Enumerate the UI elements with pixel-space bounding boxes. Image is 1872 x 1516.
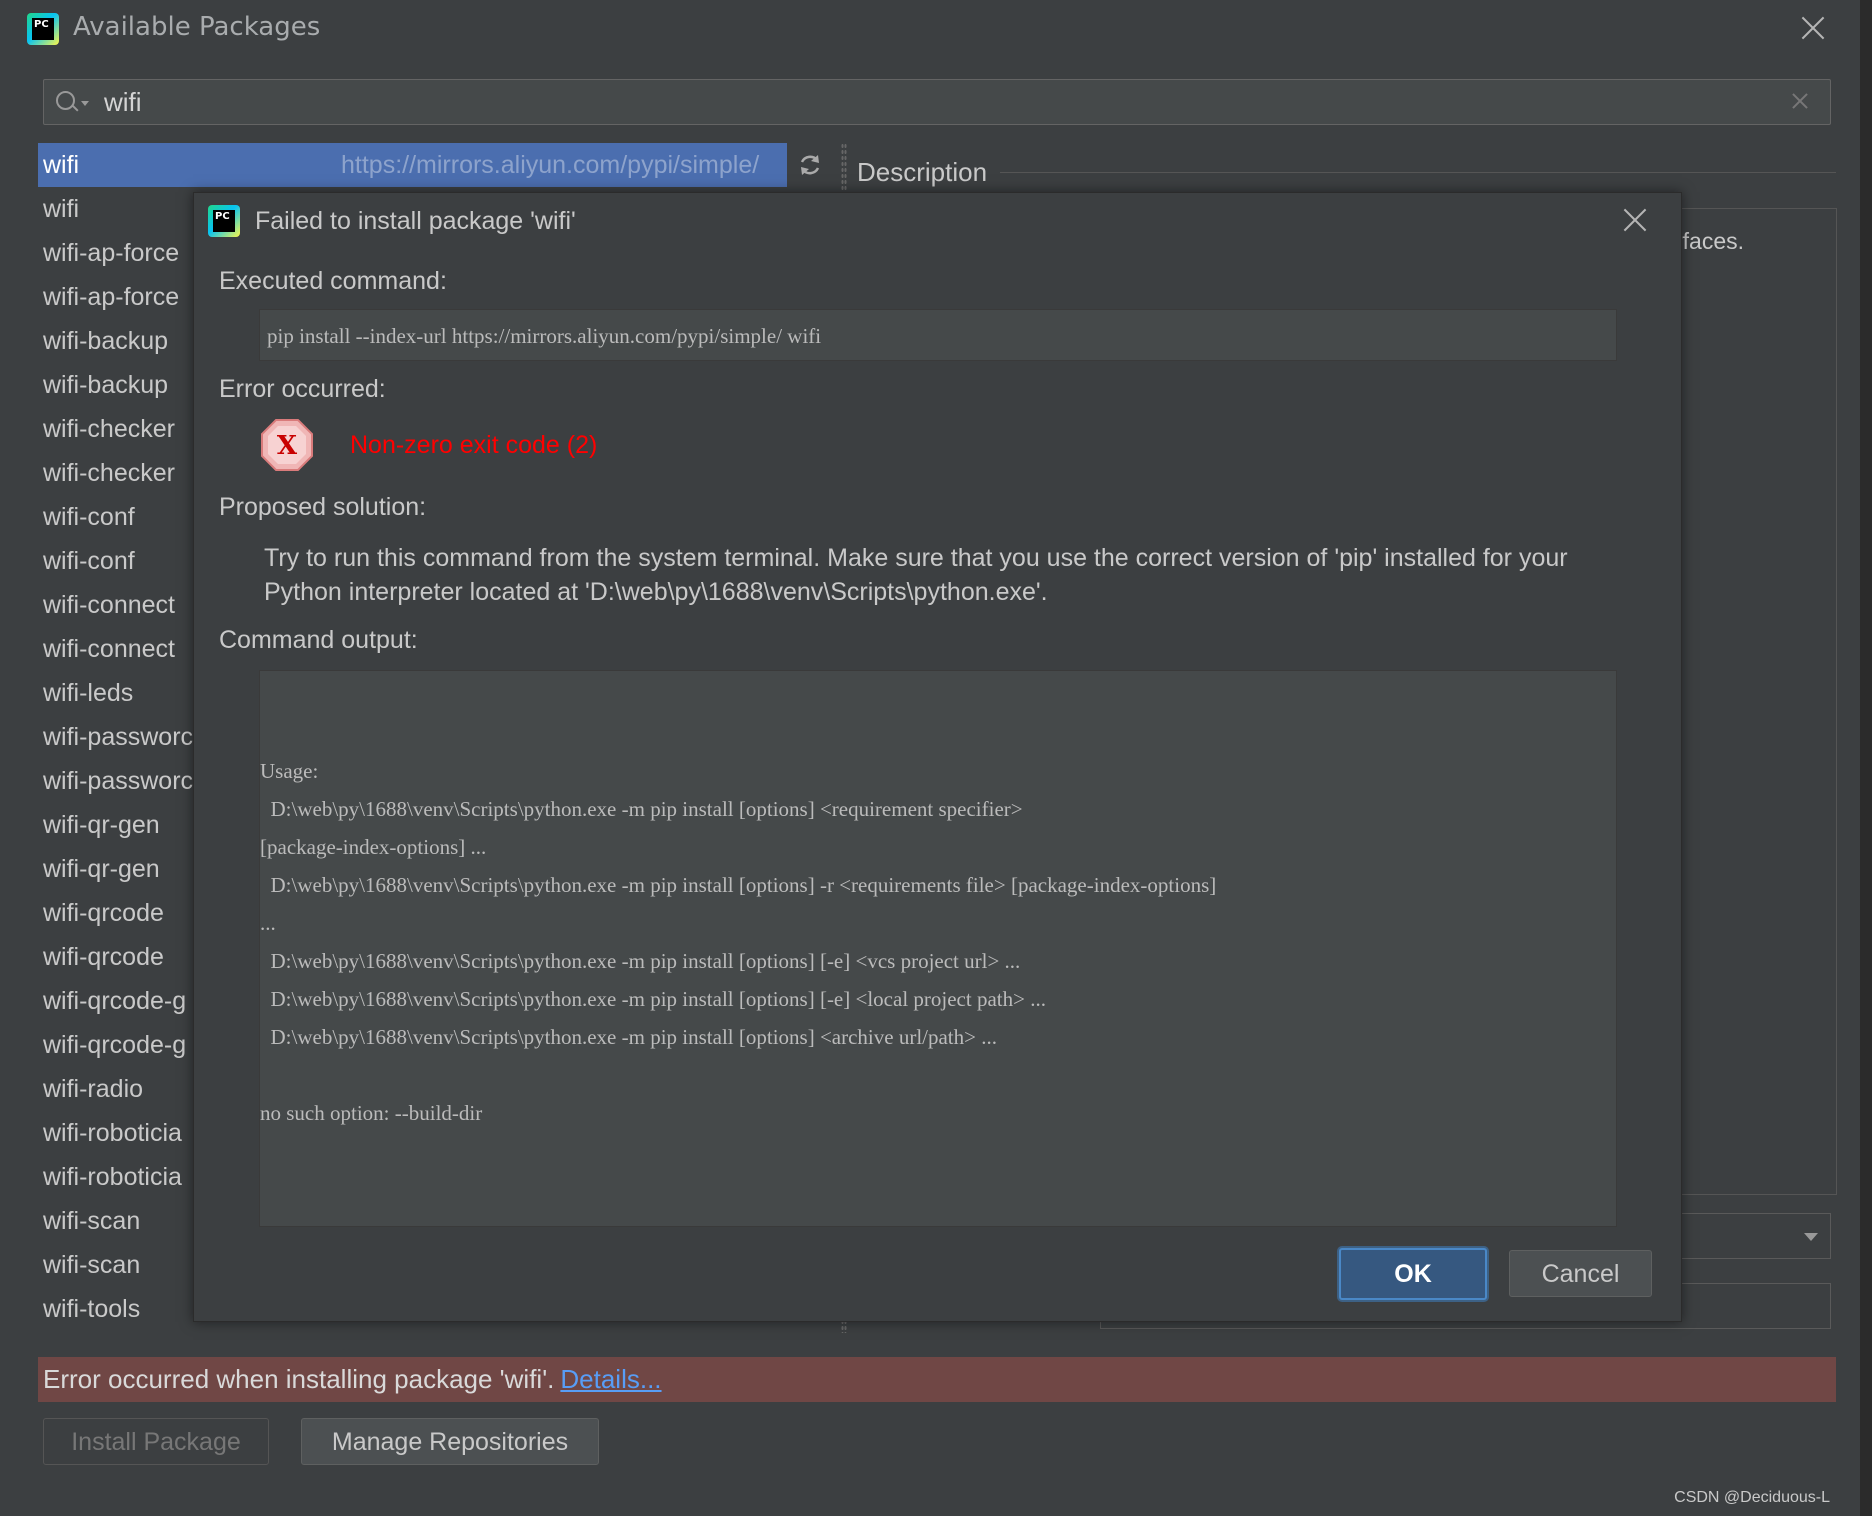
command-output-area[interactable]: Usage: D:\web\py\1688\venv\Scripts\pytho… [259,670,1617,1227]
pycharm-logo-icon: PC [208,205,240,237]
description-text: rfaces. [1675,228,1745,254]
title-bar: PC Available Packages [0,0,1860,58]
chevron-down-icon [1804,1233,1818,1241]
install-package-button[interactable]: Install Package [43,1418,269,1465]
executed-command-label: Executed command: [219,267,447,295]
search-icon[interactable] [56,91,75,110]
reload-list-button[interactable] [787,143,833,187]
watermark: CSDN @Deciduous-L [1674,1489,1830,1506]
manage-repositories-button[interactable]: Manage Repositories [301,1418,599,1465]
details-link[interactable]: Details... [560,1364,661,1394]
error-status-message: Error occurred when installing package '… [43,1364,555,1394]
proposed-solution-text: Try to run this command from the system … [264,544,1568,606]
clear-search-icon[interactable] [1792,93,1808,109]
pycharm-logo-icon: PC [27,13,59,45]
error-message: Non-zero exit code (2) [350,431,598,459]
error-status-bar: Error occurred when installing package '… [38,1357,1836,1402]
proposed-solution-label: Proposed solution: [219,493,427,521]
description-divider [1000,172,1836,173]
install-error-dialog: PC Failed to install package 'wifi' Exec… [193,192,1682,1322]
package-repo-url: https://mirrors.aliyun.com/pypi/simple/ [341,151,760,179]
command-output-label: Command output: [219,626,418,654]
ok-button[interactable]: OK [1339,1248,1487,1300]
dialog-title: Failed to install package 'wifi' [255,207,576,235]
package-search-bar [43,79,1831,125]
window-close-icon[interactable] [1800,15,1826,41]
error-x-icon: X [261,419,313,471]
command-output-text: Usage: D:\web\py\1688\venv\Scripts\pytho… [260,759,1217,1125]
svg-text:X: X [277,431,298,461]
package-name: wifi [43,151,80,179]
refresh-icon [800,155,820,175]
dialog-close-icon[interactable] [1622,207,1648,233]
package-item-selected[interactable]: wifi https://mirrors.aliyun.com/pypi/sim… [38,143,833,187]
search-history-dropdown-icon[interactable] [81,101,89,106]
executed-command-field[interactable]: pip install --index-url https://mirrors.… [259,309,1617,361]
search-input[interactable] [102,84,1746,120]
window-title: Available Packages [73,12,321,42]
description-label: Description [857,157,988,187]
cancel-button[interactable]: Cancel [1509,1250,1652,1297]
error-occurred-label: Error occurred: [219,375,386,403]
